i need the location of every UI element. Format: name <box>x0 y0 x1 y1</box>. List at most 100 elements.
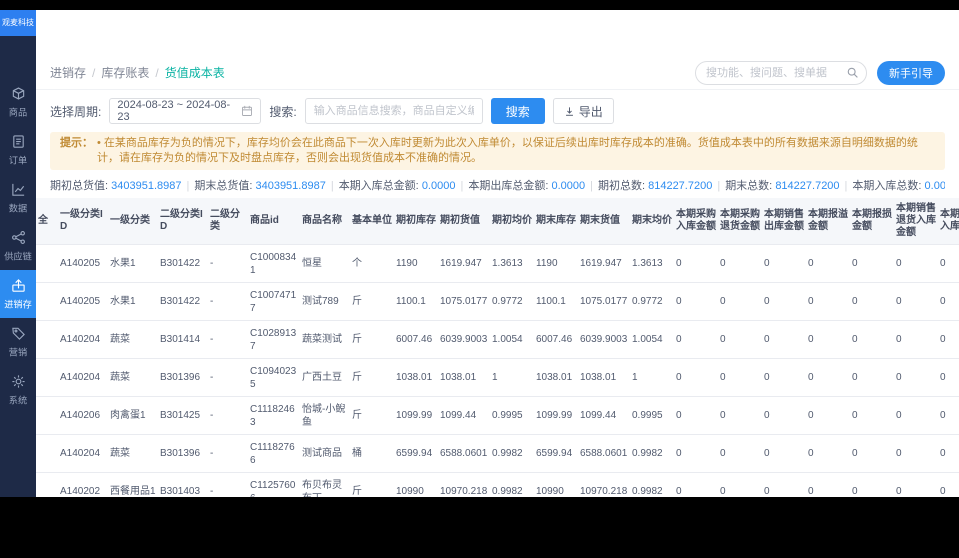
table-cell: 1038.01 <box>394 359 438 397</box>
breadcrumb-separator: / <box>92 66 95 80</box>
table-cell: 0 <box>894 359 938 397</box>
row-select-cell[interactable] <box>36 473 58 498</box>
sidebar-item-goods[interactable]: 商品 <box>0 78 36 126</box>
sidebar-item-marketing[interactable]: 营销 <box>0 318 36 366</box>
table-cell: 1619.947 <box>578 245 630 283</box>
table-row[interactable]: A140205水果1B301422-C10008341恒星个11901619.9… <box>36 245 959 283</box>
table-cell: 0 <box>938 435 959 473</box>
table-cell: C11257606 <box>248 473 300 498</box>
table-cell: 0 <box>762 359 806 397</box>
sidebar-item-supply-chain[interactable]: 供应链 <box>0 222 36 270</box>
sidebar-item-inventory[interactable]: 进销存 <box>0 270 36 318</box>
row-select-cell[interactable] <box>36 283 58 321</box>
table-row[interactable]: A140206肉禽蛋1B301425-C11182463怡城-小鲵鱼斤1099.… <box>36 397 959 435</box>
table-cell: 测试789 <box>300 283 350 321</box>
column-header: 本期销售出库金额 <box>762 198 806 245</box>
global-search <box>695 61 867 85</box>
row-select-cell[interactable] <box>36 321 58 359</box>
sidebar-item-system[interactable]: 系统 <box>0 366 36 414</box>
table-cell: 西餐用品1 <box>108 473 158 498</box>
table-cell: 10970.218 <box>438 473 490 498</box>
table-cell: B301425 <box>158 397 208 435</box>
table-cell: A140204 <box>58 359 108 397</box>
sidebar: 观麦科技 商品订单数据供应链进销存营销系统 <box>0 10 36 497</box>
table-cell: 0 <box>674 435 718 473</box>
table-cell: 0 <box>806 473 850 498</box>
table-cell: 0 <box>938 283 959 321</box>
row-select-cell[interactable] <box>36 359 58 397</box>
date-range-input[interactable]: 2024-08-23 ~ 2024-08-23 <box>109 98 261 124</box>
table-cell: B301422 <box>158 283 208 321</box>
export-button[interactable]: 导出 <box>553 98 614 124</box>
table-cell: 0 <box>850 435 894 473</box>
table-row[interactable]: A140202西餐用品1B301403-C11257606布贝布灵布丁斤1099… <box>36 473 959 498</box>
column-header: 期末货值 <box>578 198 630 245</box>
column-header: 本期销售退货入库金额 <box>894 198 938 245</box>
export-button-label: 导出 <box>579 103 603 120</box>
table-cell: - <box>208 359 248 397</box>
guide-button[interactable]: 新手引导 <box>877 61 945 85</box>
column-header: 期初均价 <box>490 198 534 245</box>
filter-bar: 选择周期: 2024-08-23 ~ 2024-08-23 搜索: 搜索 <box>36 90 959 130</box>
row-select-cell[interactable] <box>36 245 58 283</box>
row-select-cell[interactable] <box>36 435 58 473</box>
app-logo[interactable]: 观麦科技 <box>0 10 36 36</box>
table-row[interactable]: A140205水果1B301422-C10074717测试789斤1100.11… <box>36 283 959 321</box>
column-header: 期末库存 <box>534 198 578 245</box>
table-cell: 0 <box>850 473 894 498</box>
search-button[interactable]: 搜索 <box>491 98 545 124</box>
table-cell: 个 <box>350 245 394 283</box>
table-cell: B301396 <box>158 359 208 397</box>
notice-prefix: 提示： <box>60 136 93 166</box>
goods-search-input[interactable] <box>305 98 483 124</box>
breadcrumb-item[interactable]: 库存账表 <box>101 64 149 81</box>
sidebar-item-orders[interactable]: 订单 <box>0 126 36 174</box>
column-header: 本期采购退货金额 <box>718 198 762 245</box>
table-cell: B301422 <box>158 245 208 283</box>
table-cell: 0 <box>850 397 894 435</box>
table-cell: 0.9982 <box>630 473 674 498</box>
table-cell: 斤 <box>350 397 394 435</box>
table-cell: 6039.9003 <box>578 321 630 359</box>
global-search-input[interactable] <box>695 61 867 85</box>
breadcrumb-separator: / <box>155 66 158 80</box>
table-cell: 蔬菜 <box>108 321 158 359</box>
table-cell: C10940235 <box>248 359 300 397</box>
table-row[interactable]: A140204蔬菜B301414-C10289137蔬菜测试斤6007.4660… <box>36 321 959 359</box>
table-cell: 0.9982 <box>490 473 534 498</box>
breadcrumb-item[interactable]: 货值成本表 <box>165 64 225 81</box>
summary-value: 3403951.8987 <box>255 180 325 192</box>
breadcrumb-item[interactable]: 进销存 <box>50 64 86 81</box>
table-row[interactable]: A140204蔬菜B301396-C10940235广西土豆斤1038.0110… <box>36 359 959 397</box>
table-cell: 蔬菜 <box>108 435 158 473</box>
table-cell: 0 <box>718 359 762 397</box>
topbar-right: 新手引导 <box>695 61 945 85</box>
table-cell: 0 <box>674 397 718 435</box>
summary-label: 期末总数: <box>725 180 775 192</box>
table-cell: A140204 <box>58 435 108 473</box>
column-header: 商品名称 <box>300 198 350 245</box>
table-cell: 0 <box>850 321 894 359</box>
table-cell: 0 <box>674 321 718 359</box>
table-cell: 1190 <box>534 245 578 283</box>
table-cell: 蔬菜 <box>108 359 158 397</box>
table-cell: 0 <box>938 321 959 359</box>
table-cell: - <box>208 283 248 321</box>
table-cell: 0 <box>718 397 762 435</box>
row-select-cell[interactable] <box>36 397 58 435</box>
table-cell: 0 <box>894 473 938 498</box>
select-all-header[interactable]: 全 <box>36 198 58 245</box>
table-cell: 0 <box>718 283 762 321</box>
table-cell: B301396 <box>158 435 208 473</box>
column-header: 本期报损金额 <box>850 198 894 245</box>
search-icon[interactable] <box>846 66 859 79</box>
table-cell: 0 <box>894 283 938 321</box>
table-cell: 1.3613 <box>630 245 674 283</box>
table-cell: 0 <box>938 397 959 435</box>
table-cell: B301403 <box>158 473 208 498</box>
breadcrumb: 进销存 / 库存账表 / 货值成本表 <box>50 64 225 81</box>
sidebar-item-data[interactable]: 数据 <box>0 174 36 222</box>
table-cell: 0 <box>806 359 850 397</box>
table-cell: 6588.0601 <box>438 435 490 473</box>
table-row[interactable]: A140204蔬菜B301396-C11182766测试商品桶6599.9465… <box>36 435 959 473</box>
